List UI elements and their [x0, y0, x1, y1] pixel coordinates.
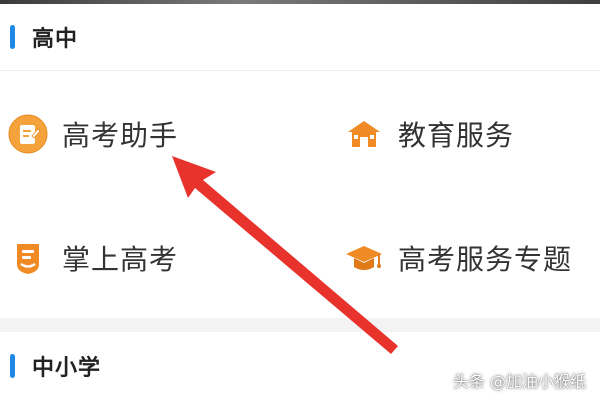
section-title: 高中: [32, 27, 79, 52]
screenshot-page: 高中 高考助手 教育服务 掌上高考 高考服务专题 中小学 头条 @加油小猴纸: [0, 0, 600, 400]
grid-item-label: 掌上高考: [62, 243, 179, 276]
section-header-high-school: 高中: [0, 4, 600, 71]
grid-item-mobile-gaokao[interactable]: 掌上高考: [8, 228, 178, 288]
grid-item-label: 高考服务专题: [398, 243, 573, 276]
grid-item-education-service[interactable]: 教育服务: [344, 104, 514, 164]
section-title: 中小学: [32, 356, 102, 381]
section-accent-bar: [10, 25, 15, 49]
grid-item-gaokao-service-topic[interactable]: 高考服务专题: [344, 228, 572, 288]
grid-item-label: 教育服务: [398, 119, 515, 152]
grid-item-gaokao-assistant[interactable]: 高考助手: [8, 104, 178, 164]
section-divider: [0, 318, 600, 332]
section-accent-bar: [10, 354, 15, 378]
graduation-cap-icon: [344, 238, 384, 278]
grid-item-label: 高考助手: [62, 119, 179, 152]
mobile-exam-icon: [8, 238, 48, 278]
watermark: 头条 @加油小猴纸: [452, 372, 586, 391]
notepad-icon: [8, 114, 48, 154]
school-house-icon: [344, 114, 384, 154]
